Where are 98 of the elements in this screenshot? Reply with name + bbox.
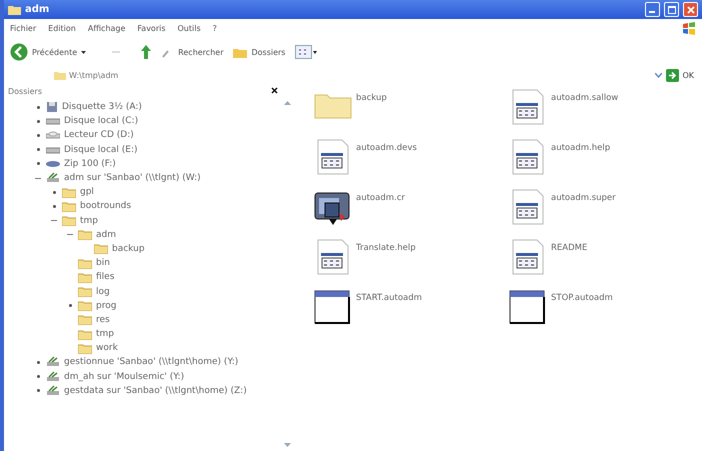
folder-icon <box>62 186 76 198</box>
cd-drive-icon <box>46 131 60 140</box>
folder-icon <box>78 300 92 312</box>
menu-item[interactable]: ? <box>212 24 217 32</box>
menu-item[interactable]: Fichier <box>10 24 36 32</box>
tree-item[interactable]: adm <box>96 230 116 240</box>
back-button[interactable]: Précédente <box>10 43 86 61</box>
go-arrow-icon <box>666 68 680 82</box>
expand-toggle[interactable] <box>52 204 56 208</box>
menu-item[interactable]: Affichage <box>88 24 126 32</box>
window-icon <box>314 289 352 325</box>
tree-item[interactable]: Disquette 3½ (A:) <box>62 102 142 112</box>
window-icon <box>509 289 547 325</box>
file-name[interactable]: autoadm.super <box>551 193 616 203</box>
tree-item[interactable]: gestdata sur 'Sanbao' (\\tlgnt\home) (Z:) <box>64 386 247 396</box>
tree-item[interactable]: prog <box>96 300 116 311</box>
folder-icon <box>94 243 108 254</box>
expand-toggle[interactable] <box>52 190 56 194</box>
file-name[interactable]: autoadm.cr <box>356 193 405 203</box>
folder-icon <box>78 258 92 269</box>
up-arrow-icon[interactable] <box>140 44 152 60</box>
windows-flag-icon <box>682 22 696 34</box>
folder-icon <box>233 46 248 58</box>
expand-toggle[interactable] <box>36 389 40 392</box>
tree-item[interactable]: bootrounds <box>80 201 132 212</box>
folder-icon <box>8 4 21 14</box>
expand-toggle[interactable] <box>36 360 40 364</box>
tree-item[interactable]: files <box>96 272 114 282</box>
network-drive-icon <box>46 384 60 397</box>
file-name[interactable]: autoadm.help <box>551 143 610 153</box>
window-title: adm <box>25 4 50 15</box>
network-drive-icon <box>46 356 60 368</box>
view-grid-icon <box>295 45 318 59</box>
drive-icon <box>46 117 60 126</box>
folder-icon <box>78 342 92 354</box>
document-icon <box>511 189 545 225</box>
menu-item[interactable]: Outils <box>178 24 201 32</box>
tree-item[interactable]: res <box>96 314 110 325</box>
expand-toggle[interactable] <box>36 106 40 109</box>
pane-title: Dossiers <box>8 87 42 97</box>
zip-drive-icon <box>46 160 60 168</box>
tree-item[interactable]: bin <box>96 258 110 268</box>
maximize-button[interactable] <box>664 2 679 17</box>
close-button[interactable] <box>683 2 698 17</box>
tree-item[interactable]: adm sur 'Sanbao' (\\tlgnt) (W:) <box>64 173 201 184</box>
tree-item[interactable]: Disque local (C:) <box>64 116 138 126</box>
tree-item[interactable]: tmp <box>96 329 114 340</box>
folder-icon <box>62 200 76 212</box>
tree-item[interactable]: Disque local (E:) <box>64 144 138 155</box>
file-name[interactable]: STOP.autoadm <box>551 293 613 303</box>
folder-icon <box>78 286 92 298</box>
tree-item[interactable]: dm_ah sur 'Moulsemic' (Y:) <box>64 372 184 382</box>
file-name[interactable]: Translate.help <box>356 243 416 253</box>
folder-icon <box>78 314 92 326</box>
menu-item[interactable]: Edition <box>48 24 76 32</box>
document-icon <box>511 139 545 175</box>
file-name[interactable]: README <box>551 243 588 253</box>
menu-item[interactable]: Favoris <box>137 24 166 32</box>
file-name[interactable]: autoadm.devs <box>356 143 417 153</box>
views-button[interactable] <box>295 45 318 59</box>
expand-toggle[interactable] <box>36 148 40 152</box>
expand-toggle[interactable] <box>36 134 40 137</box>
tree-item[interactable]: work <box>96 343 118 354</box>
close-icon <box>271 87 278 94</box>
tree-item[interactable]: Lecteur CD (D:) <box>64 130 134 140</box>
document-icon <box>511 89 545 125</box>
file-name[interactable]: backup <box>356 93 387 103</box>
tree-item[interactable]: tmp <box>80 216 98 226</box>
search-button[interactable]: Rechercher <box>162 46 224 58</box>
file-name[interactable]: autoadm.sallow <box>551 93 618 103</box>
folder-icon <box>62 215 76 226</box>
folder-icon <box>78 272 92 283</box>
folders-button[interactable]: Dossiers <box>233 46 286 58</box>
dropdown-arrow-icon <box>81 50 86 54</box>
expand-toggle[interactable] <box>36 120 40 123</box>
expand-toggle[interactable] <box>36 375 40 378</box>
go-button[interactable]: OK <box>666 68 694 82</box>
address-field[interactable]: W:\tmp\adm <box>54 70 118 80</box>
drive-icon <box>46 146 60 154</box>
tree-item[interactable]: gpl <box>80 187 94 198</box>
tree-item[interactable]: gestionnue 'Sanbao' (\\tlgnt\home) (Y:) <box>64 357 238 368</box>
document-icon <box>316 139 350 175</box>
folder-icon <box>78 229 92 240</box>
document-icon <box>316 239 350 275</box>
folder-icon <box>78 328 92 340</box>
tree-item[interactable]: log <box>96 286 110 297</box>
file-name[interactable]: START.autoadm <box>356 293 422 303</box>
tree-item[interactable]: backup <box>112 244 145 254</box>
document-icon <box>511 239 545 275</box>
expand-toggle[interactable] <box>36 162 40 166</box>
maximize-icon <box>668 6 676 14</box>
folder-icon <box>54 70 66 80</box>
network-drive-icon <box>46 172 60 184</box>
minimize-button[interactable] <box>645 2 660 17</box>
network-drive-icon <box>46 370 60 383</box>
expand-toggle[interactable] <box>68 304 72 308</box>
tree-item[interactable]: Zip 100 (F:) <box>64 158 116 169</box>
close-icon <box>686 6 694 14</box>
